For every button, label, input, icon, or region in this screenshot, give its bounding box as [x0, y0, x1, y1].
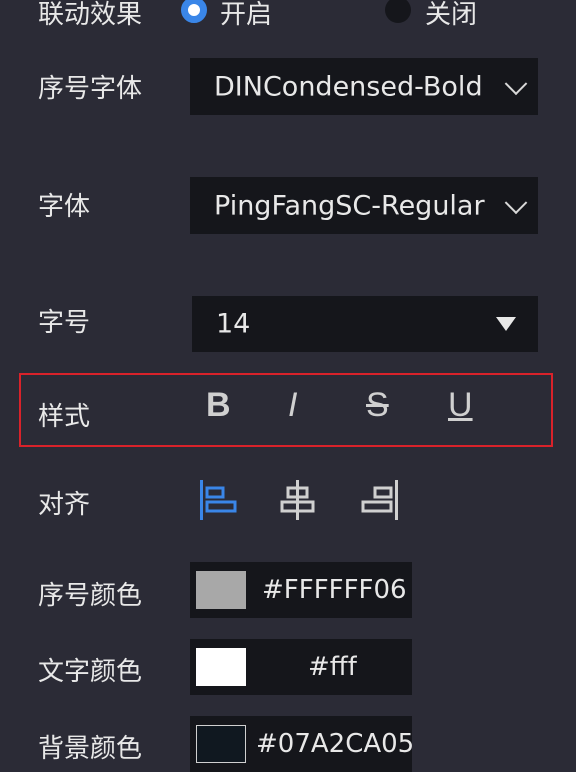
- font-size-value: 14: [216, 308, 251, 340]
- text-color-picker[interactable]: #fff: [190, 639, 412, 695]
- caret-down-icon: [496, 317, 516, 331]
- bg-color-swatch[interactable]: [196, 725, 246, 763]
- italic-button[interactable]: I: [288, 386, 297, 425]
- bold-button[interactable]: B: [206, 386, 231, 425]
- index-font-label: 序号字体: [38, 74, 143, 104]
- index-font-value: DINCondensed-Bold: [214, 71, 483, 102]
- linkage-on-radio[interactable]: [181, 0, 207, 23]
- style-label: 样式: [38, 402, 91, 432]
- linkage-label: 联动效果: [38, 0, 143, 30]
- font-size-label: 字号: [38, 308, 91, 338]
- font-value: PingFangSC-Regular: [214, 190, 485, 221]
- text-color-value[interactable]: #fff: [308, 652, 357, 682]
- text-color-label: 文字颜色: [38, 657, 143, 687]
- index-color-value[interactable]: #FFFFFF06: [262, 575, 407, 605]
- style-highlight-box: [19, 373, 553, 447]
- underline-button[interactable]: U: [448, 386, 473, 425]
- align-label: 对齐: [38, 490, 91, 520]
- index-color-swatch[interactable]: [196, 571, 246, 609]
- font-label: 字体: [38, 192, 91, 222]
- linkage-on-label[interactable]: 开启: [220, 0, 272, 31]
- align-center-icon[interactable]: [278, 480, 318, 520]
- index-font-select[interactable]: DINCondensed-Bold: [190, 58, 538, 115]
- strikethrough-button[interactable]: S: [366, 386, 389, 425]
- bg-color-value[interactable]: #07A2CA05: [256, 729, 412, 759]
- font-size-select[interactable]: 14: [192, 296, 538, 352]
- bg-color-picker[interactable]: #07A2CA05: [190, 716, 412, 772]
- align-left-icon[interactable]: [198, 480, 240, 520]
- text-color-swatch[interactable]: [196, 648, 246, 686]
- bg-color-label: 背景颜色: [38, 734, 143, 764]
- index-color-picker[interactable]: #FFFFFF06: [190, 562, 412, 618]
- chevron-down-icon: [504, 190, 528, 214]
- font-select[interactable]: PingFangSC-Regular: [190, 177, 538, 234]
- index-color-label: 序号颜色: [38, 581, 143, 611]
- chevron-down-icon: [504, 71, 528, 95]
- linkage-off-radio[interactable]: [385, 0, 411, 23]
- linkage-off-label[interactable]: 关闭: [425, 0, 477, 31]
- align-right-icon[interactable]: [358, 480, 400, 520]
